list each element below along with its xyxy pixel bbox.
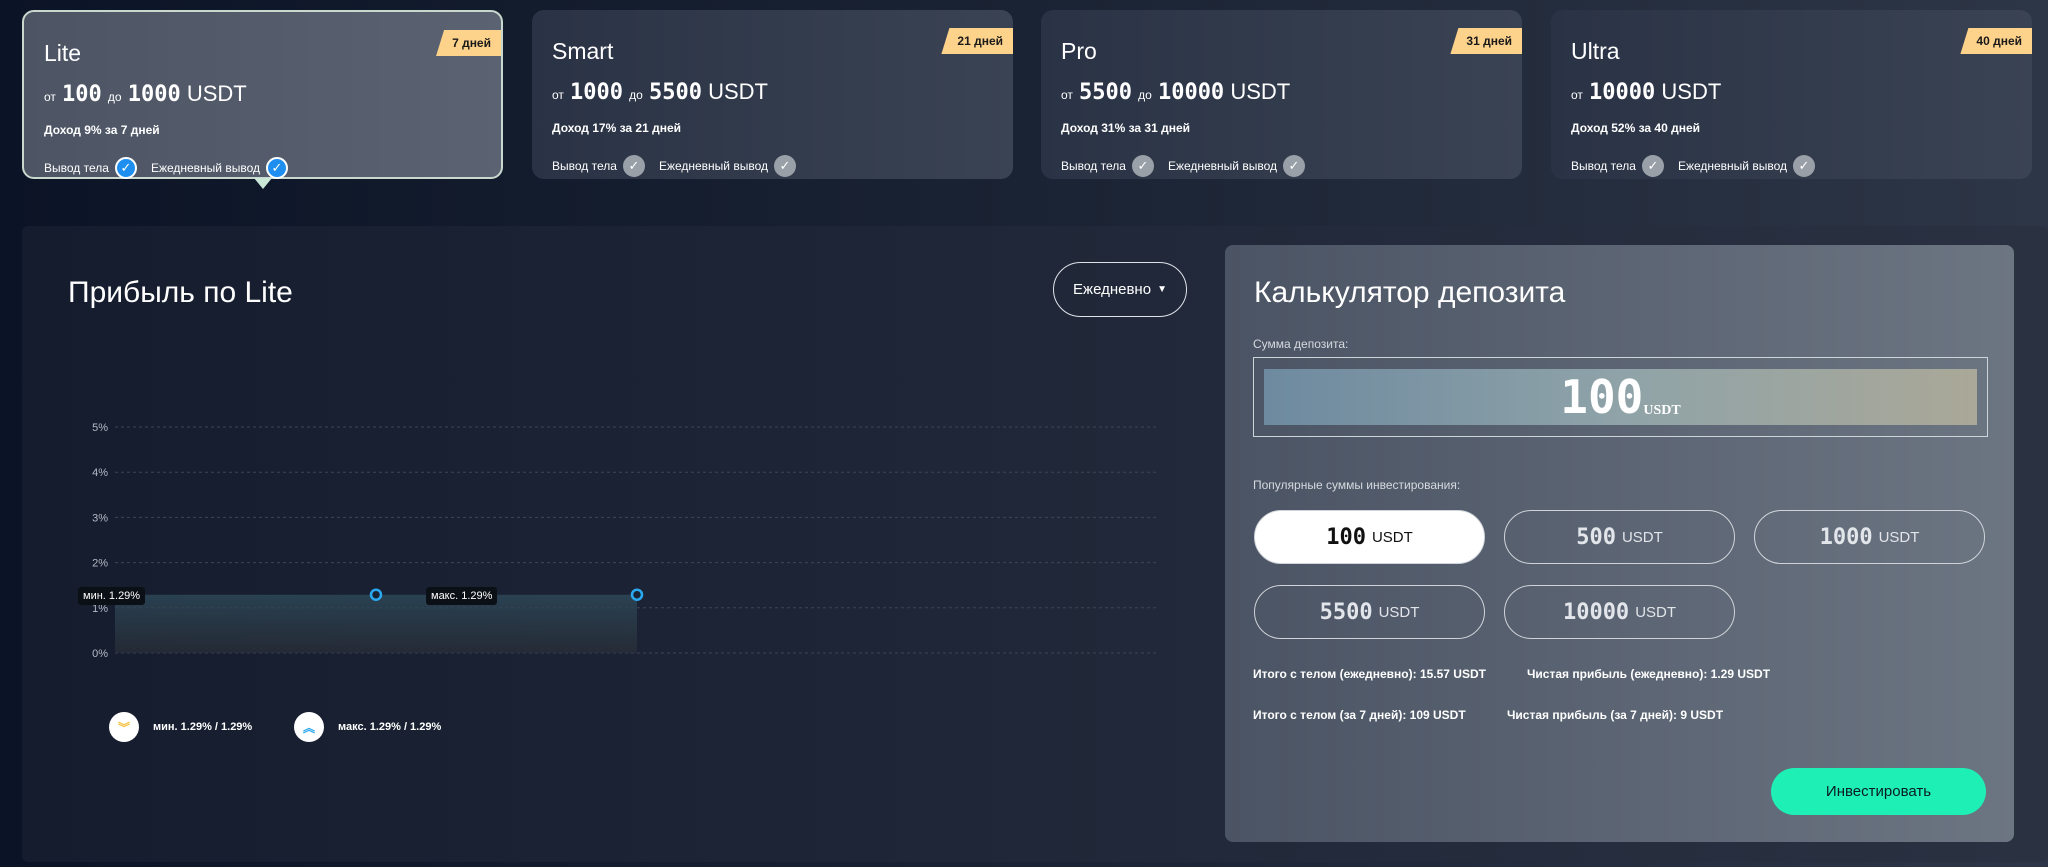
amount-value: 500 bbox=[1576, 524, 1616, 550]
min-tooltip: мин. 1.29% bbox=[78, 587, 146, 605]
check-icon: ✓ bbox=[1793, 155, 1815, 177]
deposit-unit: USDT bbox=[1643, 403, 1681, 418]
total-daily: Итого с телом (ежедневно): 15.57 USDT bbox=[1253, 667, 1486, 681]
amount-unit: USDT bbox=[1635, 603, 1677, 621]
deposit-label: Сумма депозита: bbox=[1253, 337, 1349, 351]
legend-max-text: макс. 1.29% / 1.29% bbox=[338, 721, 442, 733]
y-tick-label: 3% bbox=[92, 512, 108, 524]
daily-withdraw-label: Ежедневный вывод bbox=[1677, 159, 1787, 173]
amount-unit: USDT bbox=[1621, 528, 1663, 546]
check-icon: ✓ bbox=[1641, 155, 1664, 177]
y-tick-label: 2% bbox=[92, 558, 108, 570]
plan-income: Доход 52% за 40 дней bbox=[1571, 121, 1700, 135]
total-period: Итого с телом (за 7 дней): 109 USDT bbox=[1253, 708, 1466, 722]
amount-value: 10000 bbox=[1562, 599, 1630, 625]
y-tick-label: 4% bbox=[92, 467, 108, 479]
body-withdraw-label: Вывод тела bbox=[1571, 159, 1636, 173]
amount-unit: USDT bbox=[1878, 528, 1920, 546]
from-label: от bbox=[1571, 88, 1583, 102]
currency: USDT bbox=[1661, 79, 1722, 104]
amount-button-5500[interactable]: 5500 USDT bbox=[1254, 585, 1485, 639]
amount-button-100[interactable]: 100 USDT bbox=[1254, 510, 1485, 564]
amount-unit: USDT bbox=[1378, 603, 1420, 621]
plan-range: от 10000 USDT bbox=[1571, 79, 2012, 105]
data-point bbox=[369, 588, 383, 601]
popular-label: Популярные суммы инвестирования: bbox=[1253, 478, 1461, 492]
currency: USDT bbox=[1230, 79, 1291, 104]
y-tick-label: 5% bbox=[92, 422, 108, 434]
legend-min-text: мин. 1.29% / 1.29% bbox=[153, 721, 253, 733]
net-daily: Чистая прибыль (ежедневно): 1.29 USDT bbox=[1527, 667, 1771, 681]
legend-min: ︾ мин. 1.29% / 1.29% bbox=[109, 712, 252, 742]
amount-value: 100 bbox=[1326, 524, 1366, 550]
amount-button-10000[interactable]: 10000 USDT bbox=[1504, 585, 1735, 639]
net-period: Чистая прибыль (за 7 дней): 9 USDT bbox=[1507, 708, 1724, 722]
amount-value: 5500 bbox=[1319, 599, 1373, 625]
amount-button-1000[interactable]: 1000 USDT bbox=[1754, 510, 1985, 564]
check-icon: ✓ bbox=[1283, 155, 1305, 177]
plan-card-ultra[interactable]: 40 дней Ultra от 10000 USDT Доход 52% за… bbox=[1551, 10, 2032, 179]
amount-button-500[interactable]: 500 USDT bbox=[1504, 510, 1735, 564]
deposit-value: 100 bbox=[1560, 370, 1644, 424]
data-point bbox=[630, 588, 644, 601]
plan-name: Ultra bbox=[1571, 38, 1620, 64]
duration-badge: 31 дней bbox=[1450, 28, 1522, 54]
max-tooltip: макс. 1.29% bbox=[426, 587, 498, 605]
deposit-input[interactable]: 100 USDT bbox=[1253, 357, 1988, 437]
calc-title: Калькулятор депозита bbox=[1254, 276, 1566, 309]
duration-badge: 40 дней bbox=[1960, 28, 2032, 54]
amount-value: 1000 bbox=[1819, 524, 1873, 550]
amount-unit: USDT bbox=[1371, 528, 1413, 546]
area-fill bbox=[115, 594, 637, 653]
y-tick-label: 0% bbox=[92, 648, 108, 660]
range-from: 10000 bbox=[1589, 80, 1656, 105]
legend-max: ︽ макс. 1.29% / 1.29% bbox=[294, 712, 441, 742]
invest-button[interactable]: Инвестировать bbox=[1771, 768, 1986, 815]
chevrons-up-icon: ︽ bbox=[294, 712, 324, 742]
chevrons-down-icon: ︾ bbox=[109, 712, 139, 742]
